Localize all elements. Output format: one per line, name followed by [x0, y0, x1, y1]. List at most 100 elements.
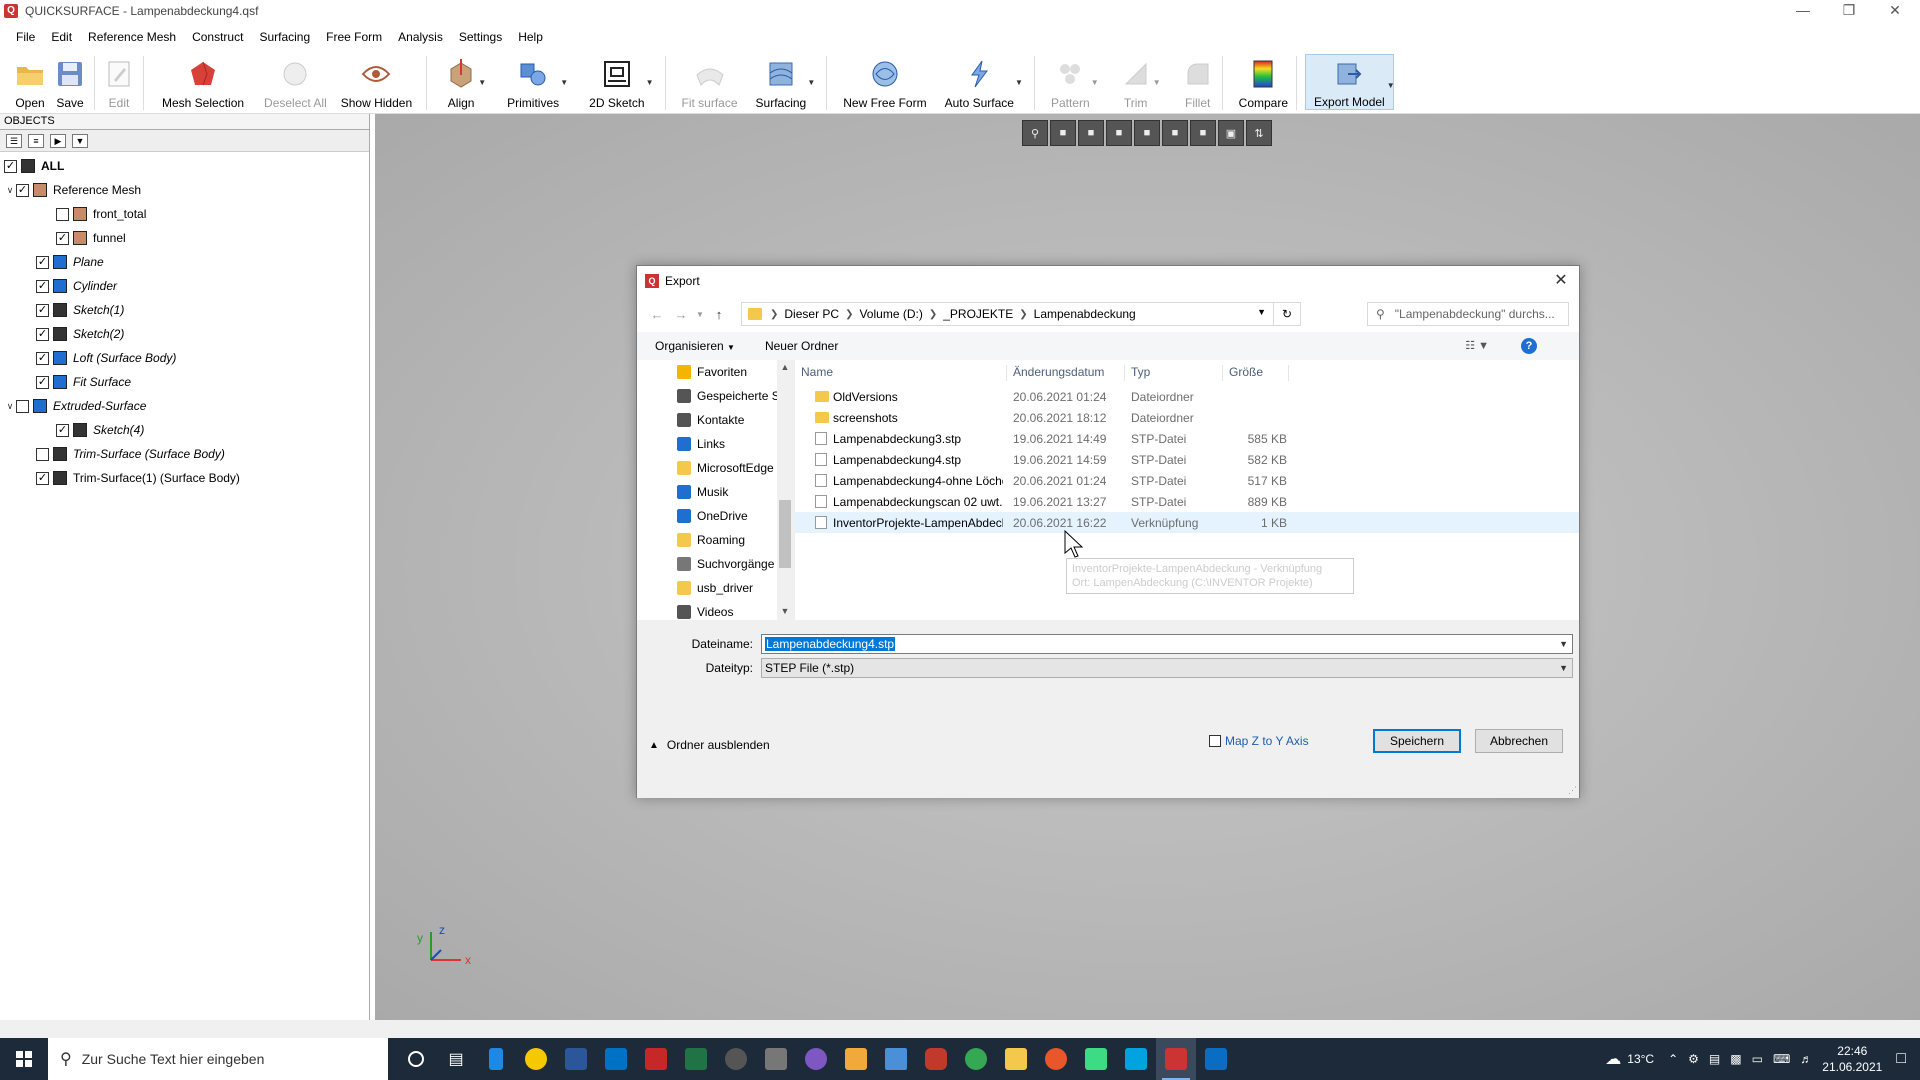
save-button-dialog[interactable]: Speichern [1373, 729, 1461, 753]
breadcrumb-projekte[interactable]: _PROJEKTE [943, 307, 1013, 321]
new-folder-button[interactable]: Neuer Ordner [765, 339, 838, 353]
scroll-up-icon[interactable]: ▲ [777, 362, 793, 372]
pattern-button[interactable]: Pattern ▼ [1051, 52, 1099, 112]
breadcrumb-lampenabdeckung[interactable]: Lampenabdeckung [1034, 307, 1136, 321]
visibility-checkbox[interactable]: ✓ [36, 351, 49, 365]
tree-item[interactable]: ✓ Fit Surface [0, 370, 369, 394]
taskbar-app-bird-icon[interactable] [876, 1038, 916, 1080]
nav-item[interactable]: usb_driver [637, 576, 793, 600]
taskbar-search-input[interactable]: ⚲ Zur Suche Text hier eingeben [48, 1038, 388, 1080]
visibility-checkbox[interactable] [16, 399, 29, 413]
taskbar-app-quicksurface-icon[interactable] [1156, 1038, 1196, 1080]
drive-icon[interactable]: ▩ [1730, 1052, 1741, 1066]
nav-item[interactable]: Links [637, 432, 793, 456]
menu-file[interactable]: File [16, 30, 35, 44]
fit-surface-button[interactable]: Fit surface [682, 52, 738, 112]
filename-input[interactable]: Lampenabdeckung4.stp ▼ [761, 634, 1573, 654]
up-arrow-icon[interactable]: ↑ [707, 307, 731, 322]
chevron-down-icon[interactable]: ▼ [1559, 635, 1568, 653]
trim-dropdown-icon[interactable]: ▼ [1153, 78, 1161, 87]
tray-app-icon[interactable]: ⚙ [1688, 1052, 1699, 1066]
weather-cloud-icon[interactable]: ☁ [1605, 1049, 1621, 1069]
visibility-checkbox[interactable]: ✓ [36, 255, 49, 269]
zoom-fit-icon[interactable]: ⚲ [1022, 120, 1048, 146]
taskbar-app-explorer-icon[interactable] [996, 1038, 1036, 1080]
close-window-button[interactable]: ✕ [1872, 0, 1918, 22]
show-hidden-icons-icon[interactable]: ⌃ [1668, 1052, 1678, 1066]
windows-start-icon[interactable] [0, 1038, 48, 1080]
breadcrumb-volume-d[interactable]: Volume (D:) [859, 307, 922, 321]
cortana-icon[interactable] [396, 1038, 436, 1080]
back-arrow-icon[interactable]: ← [645, 307, 669, 322]
2d-sketch-button[interactable]: 2D Sketch ▼ [589, 52, 654, 112]
tree-item[interactable]: ✓ Cylinder [0, 274, 369, 298]
tree-item[interactable]: front_total [0, 202, 369, 226]
visibility-checkbox[interactable] [56, 207, 69, 221]
visibility-checkbox[interactable]: ✓ [56, 423, 69, 437]
weather-temperature[interactable]: 13°C [1627, 1052, 1654, 1066]
organize-button[interactable]: Organisieren ▼ [655, 339, 735, 353]
checkbox-box[interactable] [1209, 735, 1221, 747]
taskbar-app-tablet-icon[interactable] [476, 1038, 516, 1080]
open-button[interactable]: Open [14, 52, 46, 112]
taskbar-app-fusion-icon[interactable] [1036, 1038, 1076, 1080]
primitives-dropdown-icon[interactable]: ▼ [560, 78, 568, 87]
menu-settings[interactable]: Settings [459, 30, 502, 44]
expand-chevron-icon[interactable]: ∨ [4, 401, 16, 412]
mesh-selection-button[interactable]: Mesh Selection [162, 52, 244, 112]
address-bar[interactable]: ❯ Dieser PC ❯ Volume (D:) ❯ _PROJEKTE ❯ … [741, 302, 1301, 326]
export-dropdown-icon[interactable]: ▼ [1387, 81, 1395, 90]
taskbar-app-word-icon[interactable] [556, 1038, 596, 1080]
menu-help[interactable]: Help [518, 30, 543, 44]
taskbar-app-cube-icon[interactable] [916, 1038, 956, 1080]
visibility-checkbox[interactable]: ✓ [36, 375, 49, 389]
export-model-button[interactable]: Export Model ▼ [1305, 54, 1395, 110]
menu-reference-mesh[interactable]: Reference Mesh [88, 30, 176, 44]
file-row[interactable]: InventorProjekte-LampenAbdeckung - V... 2… [795, 512, 1579, 533]
taskbar-app-norton-icon[interactable] [516, 1038, 556, 1080]
battery-icon[interactable]: ▭ [1752, 1052, 1763, 1066]
deselect-all-button[interactable]: Deselect All [264, 52, 327, 112]
taskbar-app-skype-icon[interactable] [716, 1038, 756, 1080]
nav-item[interactable]: Gespeicherte S [637, 384, 793, 408]
visibility-checkbox[interactable]: ✓ [36, 327, 49, 341]
menu-free-form[interactable]: Free Form [326, 30, 382, 44]
pattern-dropdown-icon[interactable]: ▼ [1091, 78, 1099, 87]
trim-button[interactable]: Trim ▼ [1120, 52, 1161, 112]
tree-item[interactable]: ✓ ALL [0, 154, 369, 178]
notification-icon[interactable]: □ [1896, 1050, 1906, 1068]
tree-item[interactable]: Trim-Surface (Surface Body) [0, 442, 369, 466]
taskbar-app-browser-icon[interactable] [796, 1038, 836, 1080]
view-options-icon[interactable]: ☷ ▼ [1465, 339, 1489, 352]
menu-construct[interactable]: Construct [192, 30, 243, 44]
file-row[interactable]: Lampenabdeckung4-ohne Löcher_ipt.stp 20.0… [795, 470, 1579, 491]
help-icon[interactable]: ? [1521, 338, 1537, 354]
scrollbar-thumb[interactable] [779, 500, 791, 568]
tree-item[interactable]: ✓ Plane [0, 250, 369, 274]
taskbar-app-n-icon[interactable] [1196, 1038, 1236, 1080]
nav-item[interactable]: Kontakte [637, 408, 793, 432]
menu-edit[interactable]: Edit [51, 30, 72, 44]
compare-button[interactable]: Compare [1239, 52, 1288, 112]
tree-item[interactable]: ✓ Sketch(2) [0, 322, 369, 346]
taskbar-app-android-icon[interactable] [1076, 1038, 1116, 1080]
nav-scrollbar[interactable]: ▲ ▼ [777, 360, 793, 620]
list-view-icon[interactable]: ☰ [6, 133, 22, 148]
surfacing-dropdown-icon[interactable]: ▼ [807, 78, 815, 87]
sketch-dropdown-icon[interactable]: ▼ [646, 78, 654, 87]
scroll-down-icon[interactable]: ▼ [777, 606, 793, 616]
address-dropdown-icon[interactable]: ▼ [1257, 307, 1266, 317]
auto-surface-button[interactable]: Auto Surface ▼ [945, 52, 1023, 112]
menu-analysis[interactable]: Analysis [398, 30, 443, 44]
view-top-icon[interactable]: ■ [1162, 120, 1188, 146]
nav-item[interactable]: Musik [637, 480, 793, 504]
visibility-checkbox[interactable] [36, 447, 49, 461]
refresh-icon[interactable]: ↻ [1273, 302, 1301, 326]
network-icon[interactable]: ▤ [1709, 1052, 1720, 1066]
nav-item[interactable]: MicrosoftEdge [637, 456, 793, 480]
taskbar-app-printer-icon[interactable] [756, 1038, 796, 1080]
forward-arrow-icon[interactable]: → [669, 307, 693, 322]
tree-item[interactable]: ∨ Extruded-Surface [0, 394, 369, 418]
tree-item[interactable]: ✓ funnel [0, 226, 369, 250]
visibility-checkbox[interactable]: ✓ [16, 183, 29, 197]
